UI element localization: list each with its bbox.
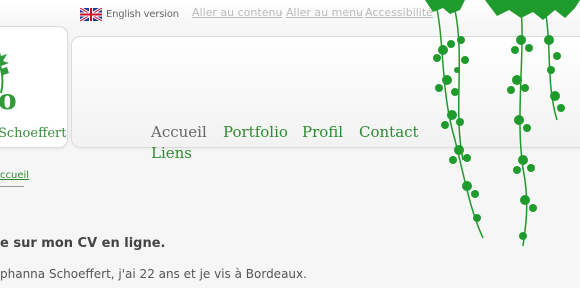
nav-item-liens[interactable]: Liens [151,144,192,162]
nav-item-contact[interactable]: Contact [359,123,419,141]
logo-name: Schoeffert [0,126,67,141]
nav-item-profil[interactable]: Profil [302,123,343,141]
accessibility-link[interactable]: Accessibilité [365,6,433,19]
english-version-link[interactable]: English version [106,9,179,20]
skip-to-content-link[interactable]: Aller au contenu [192,6,282,19]
logo-letter: o [0,83,17,116]
nav-item-portfolio[interactable]: Portfolio [223,123,288,141]
nav-item-accueil[interactable]: Accueil [151,123,207,141]
page-title: e sur mon CV en ligne. [0,236,166,251]
breadcrumb-divider [0,186,24,187]
separator: - [358,6,362,19]
uk-flag-icon[interactable] [80,8,102,21]
separator: - [279,6,283,19]
breadcrumb[interactable]: ccueil [0,170,29,181]
intro-text: phanna Schoeffert, j'ai 22 ans et je vis… [0,267,307,281]
skip-to-menu-link[interactable]: Aller au menu [286,6,363,19]
vine-decoration-icon [425,0,580,247]
